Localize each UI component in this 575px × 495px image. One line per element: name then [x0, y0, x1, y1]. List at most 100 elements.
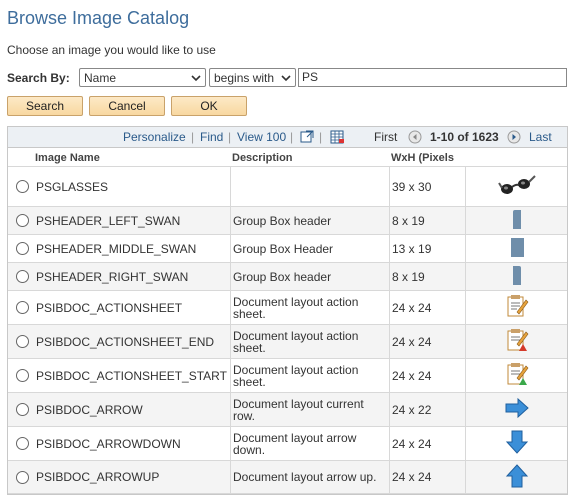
description-cell: Document layout arrow up.: [230, 461, 389, 493]
header-right-swan-icon: [513, 265, 521, 288]
radio-button[interactable]: [15, 242, 29, 255]
chevron-down-icon: [191, 75, 201, 82]
table-row[interactable]: PSIBDOC_ARROWUP Document layout arrow up.…: [8, 461, 567, 494]
search-operator-value: begins with: [214, 71, 275, 85]
table-row[interactable]: PSGLASSES 39 x 30: [8, 167, 567, 207]
image-name-cell: PSIBDOC_ARROW: [36, 402, 143, 417]
image-preview-cell: [465, 359, 568, 392]
row-radio[interactable]: [8, 359, 36, 392]
image-name-cell: PSGLASSES: [36, 179, 109, 194]
nav-separator: |: [191, 130, 195, 144]
radio-button[interactable]: [15, 180, 29, 193]
size-cell: 24 x 22: [389, 393, 465, 426]
image-name-cell: PSIBDOC_ACTIONSHEET_START: [36, 368, 227, 383]
cancel-button[interactable]: Cancel: [89, 96, 165, 116]
image-preview-cell: [465, 461, 568, 493]
last-link[interactable]: Last: [529, 130, 552, 144]
new-window-icon[interactable]: [300, 130, 314, 143]
radio-button[interactable]: [15, 403, 29, 416]
size-cell: 24 x 24: [389, 359, 465, 392]
image-catalog-grid: Personalize | Find | View 100 | | First …: [7, 126, 568, 495]
table-row[interactable]: PSIBDOC_ACTIONSHEET_START Document layout…: [8, 359, 567, 393]
page-subtitle: Choose an image you would like to use: [7, 43, 216, 57]
description-cell: Group Box Header: [230, 235, 389, 262]
row-radio[interactable]: [8, 207, 36, 234]
image-name-cell: PSHEADER_MIDDLE_SWAN: [36, 241, 197, 256]
grid-body: PSGLASSES 39 x 30 PSHEADER_LEFT_SWAN Group …: [8, 167, 567, 494]
previous-page-icon[interactable]: [408, 130, 422, 144]
image-name-cell: PSIBDOC_ACTIONSHEET: [36, 300, 183, 315]
search-operator-select[interactable]: begins with: [209, 68, 296, 87]
row-radio[interactable]: [8, 427, 36, 460]
table-row[interactable]: PSIBDOC_ACTIONSHEET_END Document layout a…: [8, 325, 567, 359]
row-range-label: 1-10 of 1623: [430, 130, 499, 144]
size-cell: 24 x 24: [389, 291, 465, 324]
description-cell: Group Box header: [230, 207, 389, 234]
table-row[interactable]: PSIBDOC_ARROW Document layout current row…: [8, 393, 567, 427]
glasses-icon: [498, 171, 536, 202]
image-preview-cell: [465, 325, 568, 358]
actionsheet-icon: [505, 294, 529, 321]
ok-button[interactable]: OK: [171, 96, 247, 116]
arrow-up-icon: [505, 463, 529, 491]
search-button[interactable]: Search: [7, 96, 83, 116]
actionsheet-start-icon: [505, 362, 529, 389]
image-name-cell: PSIBDOC_ARROWDOWN: [36, 436, 181, 451]
size-cell: 13 x 19: [389, 235, 465, 262]
radio-button[interactable]: [15, 437, 29, 450]
radio-button[interactable]: [15, 369, 29, 382]
radio-button[interactable]: [15, 470, 29, 484]
search-input[interactable]: PS: [298, 68, 567, 87]
row-radio[interactable]: [8, 461, 36, 493]
radio-button[interactable]: [15, 214, 29, 227]
row-radio[interactable]: [8, 235, 36, 262]
description-cell: Document layout action sheet.: [230, 291, 389, 324]
row-radio[interactable]: [8, 263, 36, 290]
radio-button[interactable]: [15, 301, 29, 314]
row-radio[interactable]: [8, 325, 36, 358]
chevron-down-icon: [281, 75, 291, 82]
nav-separator: |: [228, 130, 232, 144]
size-cell: 8 x 19: [389, 263, 465, 290]
nav-separator: |: [319, 130, 323, 144]
arrow-down-icon: [505, 430, 529, 457]
image-name-cell: PSHEADER_LEFT_SWAN: [36, 213, 181, 228]
column-header-name[interactable]: Image Name: [35, 152, 100, 164]
size-cell: 8 x 19: [389, 207, 465, 234]
size-cell: 24 x 24: [389, 427, 465, 460]
table-row[interactable]: PSHEADER_MIDDLE_SWAN Group Box Header 13 x…: [8, 235, 567, 263]
description-cell: Document layout current row.: [230, 393, 389, 426]
header-middle-swan-icon: [510, 237, 524, 260]
table-row[interactable]: PSIBDOC_ARROWDOWN Document layout arrow d…: [8, 427, 567, 461]
view-100-link[interactable]: View 100: [237, 130, 286, 144]
image-preview-cell: [465, 393, 568, 426]
column-header-size[interactable]: WxH (Pixels: [391, 152, 454, 164]
search-field-select[interactable]: Name: [79, 68, 206, 87]
grid-header-row: Image Name Description WxH (Pixels: [8, 148, 567, 167]
image-name-cell: PSHEADER_RIGHT_SWAN: [36, 269, 189, 284]
description-cell: Group Box header: [230, 263, 389, 290]
find-link[interactable]: Find: [200, 130, 223, 144]
next-page-icon[interactable]: [507, 130, 521, 144]
header-left-swan-icon: [513, 209, 521, 232]
table-row[interactable]: PSHEADER_RIGHT_SWAN Group Box header 8 x 1…: [8, 263, 567, 291]
size-cell: 24 x 24: [389, 461, 465, 493]
first-label: First: [374, 130, 398, 144]
row-radio[interactable]: [8, 393, 36, 426]
radio-button[interactable]: [15, 335, 29, 348]
radio-button[interactable]: [15, 270, 29, 283]
image-preview-cell: [465, 235, 568, 262]
row-radio[interactable]: [8, 167, 36, 206]
table-row[interactable]: PSIBDOC_ACTIONSHEET Document layout actio…: [8, 291, 567, 325]
search-by-label: Search By:: [7, 71, 70, 85]
image-preview-cell: [465, 167, 568, 206]
column-header-description[interactable]: Description: [232, 152, 293, 164]
download-spreadsheet-icon[interactable]: [330, 130, 345, 144]
row-radio[interactable]: [8, 291, 36, 324]
size-cell: 24 x 24: [389, 325, 465, 358]
personalize-link[interactable]: Personalize: [123, 130, 186, 144]
image-name-cell: PSIBDOC_ACTIONSHEET_END: [36, 334, 215, 349]
arrow-right-icon: [505, 397, 529, 422]
table-row[interactable]: PSHEADER_LEFT_SWAN Group Box header 8 x 19: [8, 207, 567, 235]
description-cell: Document layout action sheet.: [230, 325, 389, 358]
